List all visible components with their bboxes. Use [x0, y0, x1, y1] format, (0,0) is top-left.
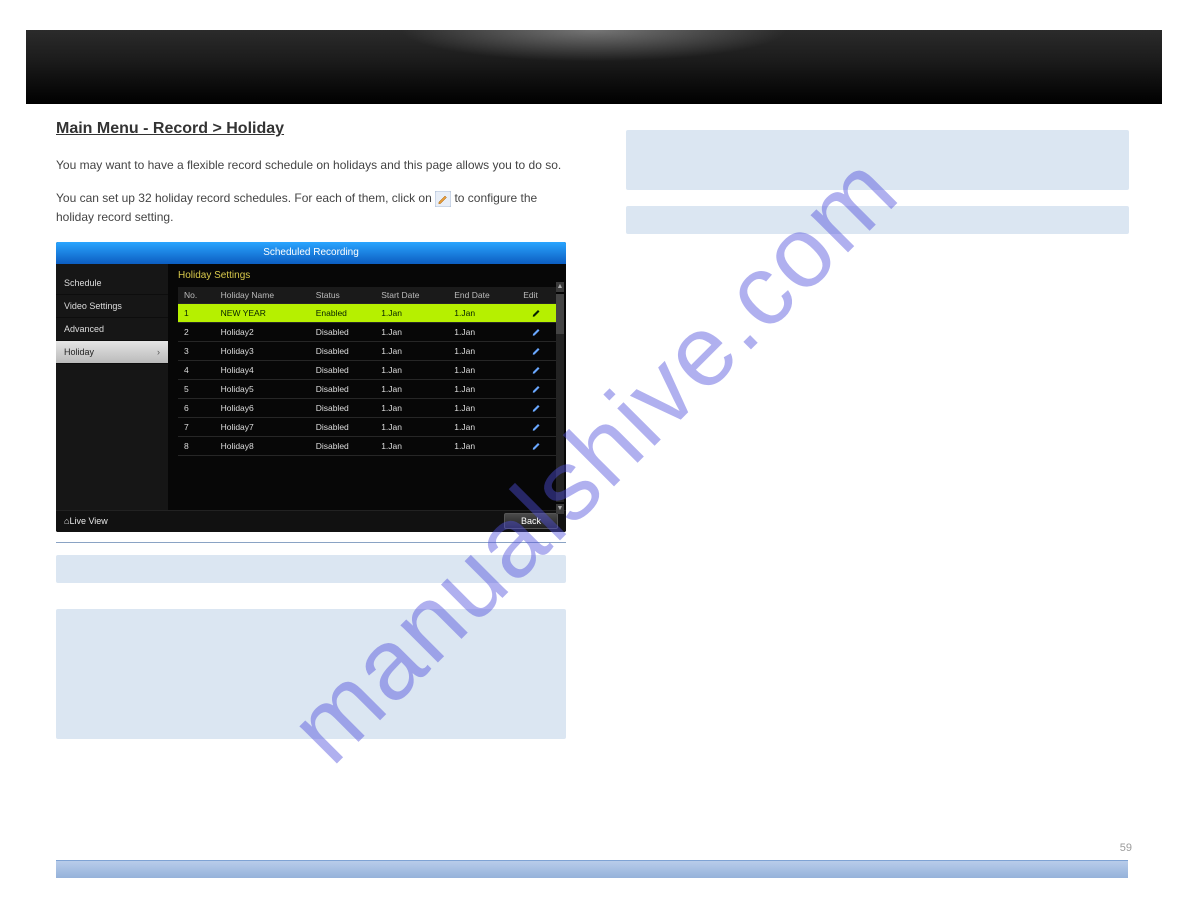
- table-header-row: No. Holiday Name Status Start Date End D…: [178, 287, 556, 304]
- table-row[interactable]: 7Holiday7Disabled1.Jan1.Jan: [178, 417, 556, 436]
- scroll-thumb[interactable]: [556, 294, 564, 334]
- page-heading: Main Menu - Record > Holiday: [56, 120, 566, 138]
- dvr-sidebar: Schedule Video Settings Advanced Holiday…: [56, 264, 168, 510]
- table-row[interactable]: 4Holiday4Disabled1.Jan1.Jan: [178, 360, 556, 379]
- intro-p2-part1: You can set up 32 holiday record schedul…: [56, 191, 432, 205]
- cell-start: 1.Jan: [375, 322, 448, 341]
- info-box-right-2: [626, 206, 1129, 234]
- cell-no: 2: [178, 322, 215, 341]
- cell-start: 1.Jan: [375, 379, 448, 398]
- cell-status: Disabled: [310, 417, 376, 436]
- dvr-titlebar: Scheduled Recording: [56, 242, 566, 264]
- sidebar-label: Holiday: [64, 347, 94, 357]
- cell-no: 8: [178, 436, 215, 455]
- edit-row-icon[interactable]: [517, 303, 556, 322]
- cell-name: Holiday5: [215, 379, 310, 398]
- table-row[interactable]: 5Holiday5Disabled1.Jan1.Jan: [178, 379, 556, 398]
- col-end-date: End Date: [448, 287, 517, 304]
- cell-status: Disabled: [310, 398, 376, 417]
- table-row[interactable]: 3Holiday3Disabled1.Jan1.Jan: [178, 341, 556, 360]
- dvr-scrollbar[interactable]: ▲ ▼: [556, 294, 564, 502]
- info-box-right-1: [626, 130, 1129, 190]
- table-row[interactable]: 6Holiday6Disabled1.Jan1.Jan: [178, 398, 556, 417]
- cell-end: 1.Jan: [448, 379, 517, 398]
- cell-start: 1.Jan: [375, 417, 448, 436]
- cell-no: 5: [178, 379, 215, 398]
- cell-no: 7: [178, 417, 215, 436]
- edit-row-icon[interactable]: [517, 398, 556, 417]
- cell-start: 1.Jan: [375, 436, 448, 455]
- col-start-date: Start Date: [375, 287, 448, 304]
- cell-name: Holiday3: [215, 341, 310, 360]
- edit-row-icon[interactable]: [517, 379, 556, 398]
- cell-status: Disabled: [310, 341, 376, 360]
- cell-end: 1.Jan: [448, 417, 517, 436]
- table-row[interactable]: 8Holiday8Disabled1.Jan1.Jan: [178, 436, 556, 455]
- dvr-content-title: Holiday Settings: [178, 270, 556, 281]
- live-view-button[interactable]: Live View: [64, 516, 108, 526]
- cell-start: 1.Jan: [375, 398, 448, 417]
- edit-row-icon[interactable]: [517, 360, 556, 379]
- sidebar-label: Video Settings: [64, 301, 122, 311]
- cell-no: 1: [178, 303, 215, 322]
- scroll-down-icon[interactable]: ▼: [556, 504, 564, 514]
- edit-pencil-icon: [435, 191, 451, 207]
- cell-end: 1.Jan: [448, 360, 517, 379]
- edit-row-icon[interactable]: [517, 322, 556, 341]
- cell-no: 3: [178, 341, 215, 360]
- edit-row-icon[interactable]: [517, 417, 556, 436]
- table-row[interactable]: 1NEW YEAREnabled1.Jan1.Jan: [178, 303, 556, 322]
- scroll-up-icon[interactable]: ▲: [556, 282, 564, 292]
- cell-name: Holiday2: [215, 322, 310, 341]
- edit-row-icon[interactable]: [517, 436, 556, 455]
- top-banner: [26, 30, 1162, 104]
- cell-name: NEW YEAR: [215, 303, 310, 322]
- sidebar-label: Schedule: [64, 278, 102, 288]
- cell-name: Holiday6: [215, 398, 310, 417]
- info-box-left-1: [56, 555, 566, 583]
- sidebar-label: Advanced: [64, 324, 104, 334]
- cell-start: 1.Jan: [375, 303, 448, 322]
- table-row[interactable]: 2Holiday2Disabled1.Jan1.Jan: [178, 322, 556, 341]
- back-button[interactable]: Back: [504, 513, 558, 529]
- cell-no: 6: [178, 398, 215, 417]
- footer-bar: [56, 860, 1128, 878]
- cell-status: Disabled: [310, 379, 376, 398]
- cell-name: Holiday4: [215, 360, 310, 379]
- intro-paragraph-1: You may want to have a flexible record s…: [56, 156, 566, 175]
- cell-end: 1.Jan: [448, 398, 517, 417]
- sidebar-item-advanced[interactable]: Advanced: [56, 318, 168, 341]
- chevron-right-icon: ›: [157, 347, 160, 357]
- sidebar-item-schedule[interactable]: Schedule: [56, 272, 168, 295]
- cell-status: Disabled: [310, 436, 376, 455]
- info-box-left-2: [56, 609, 566, 739]
- cell-status: Enabled: [310, 303, 376, 322]
- page-number: 59: [1120, 842, 1132, 854]
- cell-start: 1.Jan: [375, 341, 448, 360]
- sidebar-item-video-settings[interactable]: Video Settings: [56, 295, 168, 318]
- sidebar-item-holiday[interactable]: Holiday ›: [56, 341, 168, 364]
- intro-paragraph-2: You can set up 32 holiday record schedul…: [56, 189, 566, 227]
- cell-start: 1.Jan: [375, 360, 448, 379]
- cell-status: Disabled: [310, 360, 376, 379]
- col-status: Status: [310, 287, 376, 304]
- cell-end: 1.Jan: [448, 303, 517, 322]
- cell-no: 4: [178, 360, 215, 379]
- cell-end: 1.Jan: [448, 436, 517, 455]
- holiday-table: No. Holiday Name Status Start Date End D…: [178, 287, 556, 456]
- col-edit: Edit: [517, 287, 556, 304]
- cell-end: 1.Jan: [448, 341, 517, 360]
- cell-end: 1.Jan: [448, 322, 517, 341]
- edit-row-icon[interactable]: [517, 341, 556, 360]
- cell-status: Disabled: [310, 322, 376, 341]
- col-no: No.: [178, 287, 215, 304]
- cell-name: Holiday7: [215, 417, 310, 436]
- col-holiday-name: Holiday Name: [215, 287, 310, 304]
- cell-name: Holiday8: [215, 436, 310, 455]
- dvr-screenshot: Scheduled Recording Schedule Video Setti…: [56, 242, 566, 532]
